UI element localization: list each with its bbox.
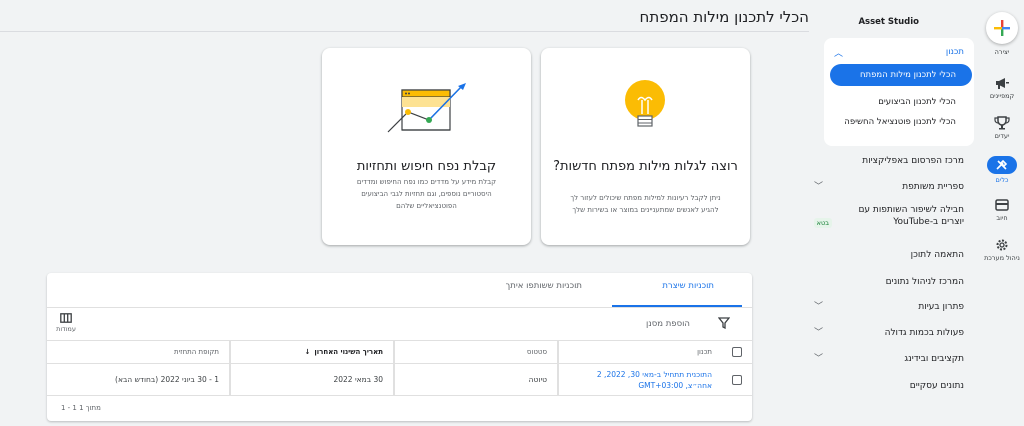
- nav-budgets-bidding-label: תקציבים ובידינג: [904, 354, 964, 364]
- select-all-checkbox[interactable]: [732, 347, 742, 357]
- discover-card-title: רוצה לגלות מילות מפתח חדשות?: [553, 159, 738, 174]
- filter-icon[interactable]: [718, 317, 730, 329]
- columns-label: עמודות: [56, 325, 76, 333]
- megaphone-icon: [996, 78, 1009, 89]
- navigation-rail: יצירה קמפיינים יעדים כלים חיוב ניהול מער…: [980, 0, 1024, 426]
- tab-your-plans[interactable]: תוכניות שיצרת: [662, 281, 714, 291]
- chevron-down-icon: ﹀: [814, 302, 824, 312]
- add-filter-button[interactable]: הוספת מסנן: [646, 319, 690, 329]
- discover-card-description: ניתן לקבל רעיונות למילות מפתח שיכולים לע…: [570, 194, 721, 214]
- nav-shared-library-label: ספריית משותפת: [902, 182, 964, 192]
- nav-bulk-actions-label: פעולות בכמות גדולה: [884, 328, 964, 338]
- nav-reach-planner[interactable]: הכלי לתכנון פוטנציאל החשיפה: [836, 116, 956, 128]
- nav-bulk-actions[interactable]: פעולות בכמות גדולה ﹀: [814, 327, 964, 339]
- header-last-modified[interactable]: תאריך השינוי האחרון ↓: [230, 341, 394, 363]
- pagination-info: 1 - 1 מתוך 1: [61, 404, 101, 412]
- plans-panel: תוכניות שיצרת תוכניות ששותפו איתך הוספת …: [47, 273, 752, 421]
- nav-content-suitability-label: התאמה לתוכן: [910, 250, 964, 260]
- chevron-down-icon: ﹀: [814, 182, 824, 192]
- chevron-down-icon: ﹀: [814, 328, 824, 338]
- nav-youtube-creators[interactable]: חבילה לשיפור השותפות עם יוצרים ב-YouTube: [854, 204, 964, 228]
- chevron-up-icon: ︿: [834, 48, 844, 59]
- nav-troubleshooting[interactable]: פתרון בעיות ﹀: [814, 301, 964, 313]
- nav-app-ads-hub-label: מרכז הפרסום באפליקציות: [862, 156, 964, 166]
- nav-data-manager[interactable]: המרכז לניהול נתונים: [814, 276, 964, 288]
- rail-goals-label: יעדים: [994, 132, 1010, 140]
- rail-item-tools[interactable]: כלים: [980, 156, 1024, 184]
- row-last-modified: 30 במאי 2022: [230, 364, 394, 395]
- nav-youtube-creators-label: חבילה לשיפור השותפות עם יוצרים ב-YouTube: [858, 205, 964, 227]
- planning-group: תכנון ︿ הכלי לתכנון מילות המפתח הכלי לתכ…: [824, 38, 974, 146]
- rail-create-label: יצירה: [994, 48, 1010, 56]
- page-title: הכלי לתכנון מילות המפתח: [639, 8, 809, 26]
- tab-shared-plans[interactable]: תוכניות ששותפו איתך: [506, 281, 582, 291]
- table-row[interactable]: התוכנית תתחיל ב-מאי 30, 2022, 2 אחה״צ, G…: [47, 364, 752, 396]
- rail-item-billing[interactable]: חיוב: [980, 198, 1024, 222]
- lightbulb-icon: [625, 80, 665, 127]
- forecast-card-description: קבלת מידע על מדדים כמו נפח החיפוש ומדדים…: [356, 178, 497, 210]
- gear-icon: [996, 239, 1008, 251]
- rail-billing-label: חיוב: [996, 214, 1008, 222]
- row-plan-link[interactable]: התוכנית תתחיל ב-מאי 30, 2022, 2 אחה״צ, G…: [569, 369, 712, 391]
- planning-group-label: תכנון: [945, 47, 964, 57]
- forecast-card-title: קבלת נפח חיפוש ותחזיות: [356, 159, 497, 174]
- nav-performance-planner[interactable]: הכלי לתכנון הביצועים: [836, 96, 956, 108]
- nav-budgets-bidding[interactable]: תקציבים ובידינג ﹀: [814, 353, 964, 365]
- forecast-chart-icon: [387, 83, 466, 133]
- select-all-cell: [722, 341, 752, 363]
- title-divider: [0, 31, 809, 32]
- beta-badge: בטא: [813, 218, 832, 228]
- rail-item-campaigns[interactable]: קמפיינים: [980, 76, 1024, 100]
- create-button[interactable]: [986, 12, 1018, 44]
- tools-active-pill: [987, 156, 1017, 174]
- row-plan-cell: התוכנית תתחיל ב-מאי 30, 2022, 2 אחה״צ, G…: [558, 364, 722, 395]
- header-last-modified-label: תאריך השינוי האחרון: [314, 348, 383, 356]
- trophy-icon: [994, 116, 1010, 130]
- rail-admin-label: ניהול מערכת: [984, 254, 1020, 262]
- header-status[interactable]: סטטוס: [394, 341, 558, 363]
- nav-app-ads-hub[interactable]: מרכז הפרסום באפליקציות: [814, 155, 964, 167]
- tabs-divider: [47, 307, 752, 308]
- row-status: טיוטה: [394, 364, 558, 395]
- columns-button[interactable]: עמודות: [53, 313, 79, 333]
- arrow-down-icon: ↓: [304, 348, 311, 356]
- nav-shared-library[interactable]: ספריית משותפת ﹀: [814, 181, 964, 193]
- nav-business-data-label: נתונים עסקיים: [909, 381, 964, 391]
- credit-card-icon: [995, 199, 1009, 211]
- tools-icon: [996, 159, 1008, 170]
- header-plan[interactable]: תכנון: [558, 341, 722, 363]
- rail-tools-label: כלים: [995, 176, 1009, 184]
- rail-item-admin[interactable]: ניהול מערכת: [980, 238, 1024, 262]
- plus-icon: [994, 20, 1010, 36]
- discover-keywords-card[interactable]: רוצה לגלות מילות מפתח חדשות? ניתן לקבל ר…: [541, 48, 750, 245]
- table-header: תכנון סטטוס תאריך השינוי האחרון ↓ תקופת …: [47, 340, 752, 364]
- planning-group-header[interactable]: תכנון ︿: [834, 44, 964, 60]
- nav-data-manager-label: המרכז לניהול נתונים: [885, 277, 964, 287]
- search-volume-forecast-card[interactable]: קבלת נפח חיפוש ותחזיות קבלת מידע על מדדי…: [322, 48, 531, 245]
- row-checkbox[interactable]: [732, 374, 742, 385]
- columns-icon: [60, 313, 72, 323]
- nav-keyword-planner[interactable]: הכלי לתכנון מילות המפתח: [830, 64, 972, 86]
- rail-campaigns-label: קמפיינים: [989, 92, 1015, 100]
- header-forecast-period[interactable]: תקופת התחזית: [47, 341, 230, 363]
- nav-title: Asset Studio: [858, 17, 919, 27]
- row-select-cell: [722, 364, 752, 395]
- rail-item-goals[interactable]: יעדים: [980, 116, 1024, 140]
- row-forecast-period: 1 - 30 ביוני 2022 (בחודש הבא): [47, 364, 230, 395]
- chevron-down-icon: ﹀: [814, 354, 824, 364]
- tools-nav-panel: Asset Studio תכנון ︿ הכלי לתכנון מילות ה…: [813, 0, 974, 426]
- nav-content-suitability[interactable]: התאמה לתוכן: [814, 249, 964, 261]
- nav-business-data[interactable]: נתונים עסקיים: [814, 380, 964, 392]
- nav-troubleshooting-label: פתרון בעיות: [918, 302, 964, 312]
